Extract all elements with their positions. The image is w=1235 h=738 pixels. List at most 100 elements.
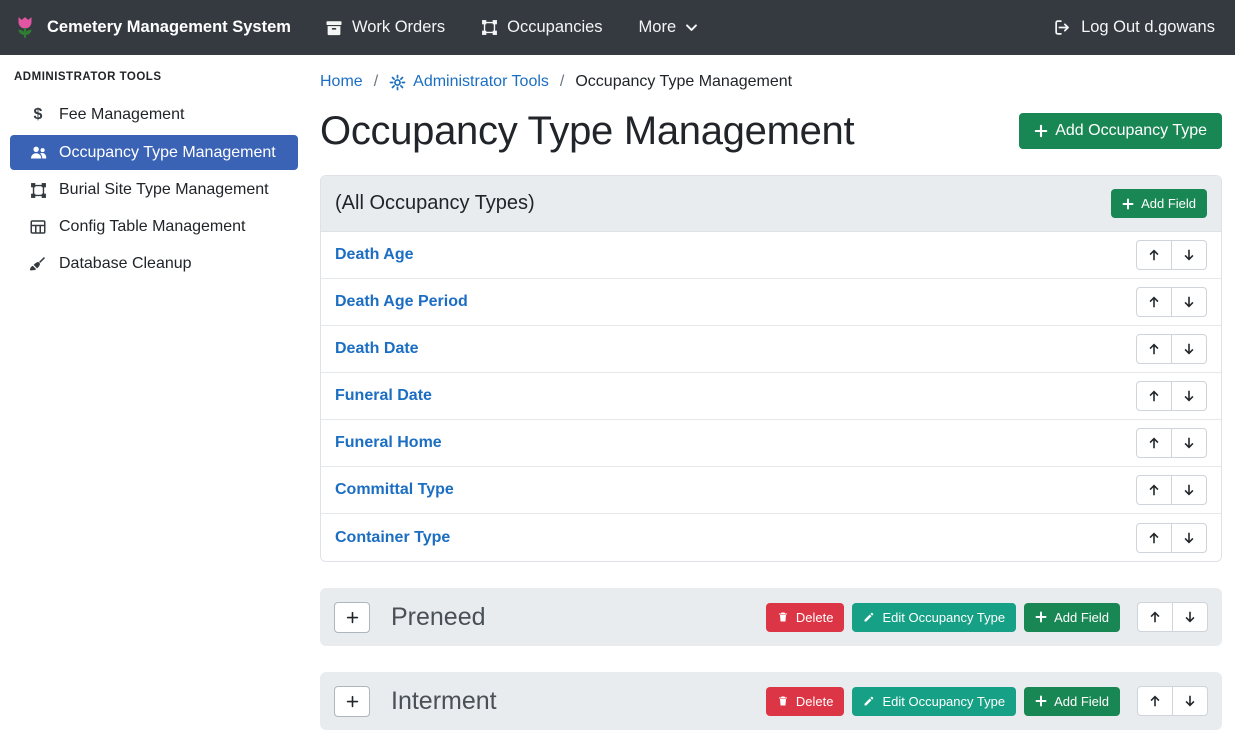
arrow-down-icon bbox=[1182, 295, 1196, 309]
arrow-up-icon bbox=[1147, 389, 1161, 403]
sidebar-item-database-cleanup[interactable]: Database Cleanup bbox=[10, 247, 298, 281]
arrow-up-icon bbox=[1147, 295, 1161, 309]
move-up-button[interactable] bbox=[1136, 287, 1172, 317]
sidebar-item-fee-management[interactable]: $ Fee Management bbox=[10, 98, 298, 132]
move-up-button[interactable] bbox=[1136, 240, 1172, 270]
field-link[interactable]: Funeral Home bbox=[335, 434, 442, 452]
reorder-buttons bbox=[1136, 475, 1207, 505]
sidebar-item-label: Database Cleanup bbox=[59, 255, 192, 273]
arrow-up-icon bbox=[1147, 342, 1161, 356]
delete-button[interactable]: Delete bbox=[766, 687, 845, 716]
breadcrumb-separator: / bbox=[560, 73, 564, 91]
move-up-button[interactable] bbox=[1136, 475, 1172, 505]
all-occupancy-types-card: (All Occupancy Types) Add Field Death Ag… bbox=[320, 175, 1222, 562]
field-link[interactable]: Death Date bbox=[335, 340, 419, 358]
field-row: Death Date bbox=[321, 326, 1221, 373]
field-link[interactable]: Funeral Date bbox=[335, 387, 432, 405]
edit-occupancy-type-button[interactable]: Edit Occupancy Type bbox=[852, 687, 1016, 716]
gear-icon bbox=[389, 74, 406, 91]
dollar-icon: $ bbox=[28, 106, 48, 124]
move-up-button[interactable] bbox=[1136, 381, 1172, 411]
move-down-button[interactable] bbox=[1171, 475, 1207, 505]
add-field-label: Add Field bbox=[1054, 694, 1109, 709]
breadcrumb: Home / Administrator Tools / Occupancy T… bbox=[320, 73, 1222, 91]
arrow-down-icon bbox=[1182, 531, 1196, 545]
expand-button[interactable] bbox=[334, 602, 370, 633]
admin-tools-sidebar: Administrator Tools $ Fee Management Occ… bbox=[0, 55, 308, 738]
move-up-button[interactable] bbox=[1137, 602, 1173, 632]
move-down-button[interactable] bbox=[1172, 686, 1208, 716]
arrow-down-icon bbox=[1183, 694, 1197, 708]
delete-button[interactable]: Delete bbox=[766, 603, 845, 632]
move-down-button[interactable] bbox=[1171, 381, 1207, 411]
add-field-button[interactable]: Add Field bbox=[1024, 603, 1120, 632]
breadcrumb-home-link[interactable]: Home bbox=[320, 73, 363, 91]
sidebar-item-occupancy-type-management[interactable]: Occupancy Type Management bbox=[10, 135, 298, 170]
page-title: Occupancy Type Management bbox=[320, 105, 854, 157]
move-down-button[interactable] bbox=[1171, 428, 1207, 458]
add-occupancy-type-button[interactable]: Add Occupancy Type bbox=[1019, 113, 1222, 149]
occupancy-type-section-preneed: Preneed Delete Edit Occupancy Type Add F… bbox=[320, 588, 1222, 646]
move-down-button[interactable] bbox=[1171, 240, 1207, 270]
field-link[interactable]: Container Type bbox=[335, 529, 450, 547]
plus-icon bbox=[346, 611, 359, 624]
nav-more[interactable]: More bbox=[639, 18, 699, 37]
frame-icon bbox=[28, 182, 48, 199]
arrow-up-icon bbox=[1147, 483, 1161, 497]
broom-icon bbox=[28, 255, 48, 273]
nav-work-orders[interactable]: Work Orders bbox=[325, 18, 445, 37]
plus-icon bbox=[1122, 198, 1134, 210]
move-down-button[interactable] bbox=[1172, 602, 1208, 632]
frame-icon bbox=[481, 19, 498, 36]
arrow-down-icon bbox=[1182, 248, 1196, 262]
move-down-button[interactable] bbox=[1171, 287, 1207, 317]
edit-occupancy-type-button[interactable]: Edit Occupancy Type bbox=[852, 603, 1016, 632]
field-row: Funeral Home bbox=[321, 420, 1221, 467]
sidebar-item-label: Occupancy Type Management bbox=[59, 144, 276, 162]
add-field-button[interactable]: Add Field bbox=[1024, 687, 1120, 716]
logout-icon bbox=[1053, 18, 1072, 37]
logout-link[interactable]: Log Out d.gowans bbox=[1053, 18, 1215, 37]
field-row: Container Type bbox=[321, 514, 1221, 561]
edit-occupancy-type-label: Edit Occupancy Type bbox=[882, 610, 1005, 625]
nav-occupancies[interactable]: Occupancies bbox=[481, 18, 602, 37]
plus-icon bbox=[1034, 124, 1048, 138]
arrow-up-icon bbox=[1147, 436, 1161, 450]
move-up-button[interactable] bbox=[1136, 523, 1172, 553]
navbar-links: Work Orders Occupancies More bbox=[325, 18, 698, 37]
add-field-button[interactable]: Add Field bbox=[1111, 189, 1207, 218]
field-link[interactable]: Death Age Period bbox=[335, 293, 468, 311]
plus-icon bbox=[1035, 611, 1047, 623]
field-link[interactable]: Committal Type bbox=[335, 481, 454, 499]
app-title: Cemetery Management System bbox=[47, 18, 291, 37]
add-occupancy-type-label: Add Occupancy Type bbox=[1055, 122, 1207, 140]
arrow-up-icon bbox=[1148, 610, 1162, 624]
field-row: Death Age Period bbox=[321, 279, 1221, 326]
move-up-button[interactable] bbox=[1136, 334, 1172, 364]
move-up-button[interactable] bbox=[1136, 428, 1172, 458]
sidebar-item-config-table-management[interactable]: Config Table Management bbox=[10, 210, 298, 244]
move-up-button[interactable] bbox=[1137, 686, 1173, 716]
app-brand[interactable]: Cemetery Management System bbox=[12, 15, 291, 41]
move-down-button[interactable] bbox=[1171, 523, 1207, 553]
breadcrumb-admin-tools-link[interactable]: Administrator Tools bbox=[413, 73, 549, 91]
field-link[interactable]: Death Age bbox=[335, 246, 414, 264]
reorder-buttons bbox=[1136, 523, 1207, 553]
sidebar-item-burial-site-type-management[interactable]: Burial Site Type Management bbox=[10, 173, 298, 207]
arrow-up-icon bbox=[1147, 531, 1161, 545]
pencil-icon bbox=[863, 695, 875, 707]
card-title: (All Occupancy Types) bbox=[335, 192, 535, 215]
add-field-label: Add Field bbox=[1054, 610, 1109, 625]
arrow-down-icon bbox=[1182, 483, 1196, 497]
reorder-buttons bbox=[1136, 287, 1207, 317]
arrow-down-icon bbox=[1182, 436, 1196, 450]
reorder-buttons bbox=[1136, 381, 1207, 411]
expand-button[interactable] bbox=[334, 686, 370, 717]
move-down-button[interactable] bbox=[1171, 334, 1207, 364]
users-icon bbox=[28, 143, 48, 162]
delete-label: Delete bbox=[796, 610, 834, 625]
tulip-logo-icon bbox=[12, 15, 38, 41]
reorder-buttons bbox=[1137, 686, 1208, 716]
reorder-buttons bbox=[1136, 334, 1207, 364]
table-icon bbox=[28, 218, 48, 236]
